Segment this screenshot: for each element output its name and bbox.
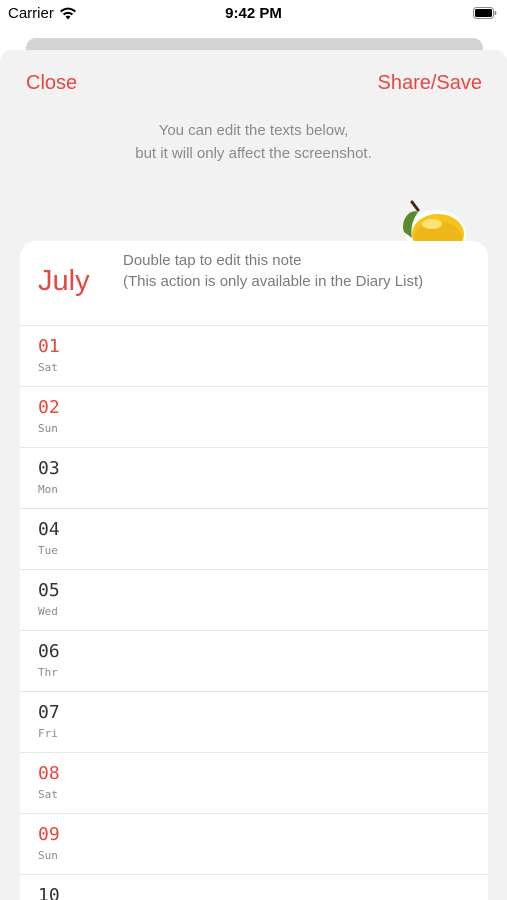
day-number: 07: [38, 702, 60, 723]
day-row[interactable]: 06 Thr: [20, 631, 488, 692]
day-weekday: Mon: [38, 483, 58, 496]
day-row[interactable]: 05 Wed: [20, 570, 488, 631]
battery-icon: [473, 7, 497, 19]
close-button[interactable]: Close: [26, 72, 77, 95]
day-number: 04: [38, 519, 60, 540]
note-line-2[interactable]: (This action is only available in the Di…: [123, 273, 423, 290]
day-weekday: Fri: [38, 727, 58, 740]
day-number: 09: [38, 824, 60, 845]
day-number: 06: [38, 641, 60, 662]
diary-card: July Double tap to edit this note (This …: [20, 241, 488, 900]
day-weekday: Thr: [38, 666, 58, 679]
hint-line-2: but it will only affect the screenshot.: [135, 145, 372, 162]
day-number: 10: [38, 885, 60, 900]
day-row[interactable]: 04 Tue: [20, 509, 488, 570]
day-number: 05: [38, 580, 60, 601]
month-title[interactable]: July: [38, 265, 90, 298]
day-weekday: Wed: [38, 605, 58, 618]
share-save-button[interactable]: Share/Save: [377, 72, 482, 95]
day-row[interactable]: 09 Sun: [20, 814, 488, 875]
day-row[interactable]: 08 Sat: [20, 753, 488, 814]
day-number: 08: [38, 763, 60, 784]
day-row[interactable]: 10: [20, 875, 488, 900]
status-bar: Carrier 9:42 PM: [0, 0, 507, 30]
note-line-1[interactable]: Double tap to edit this note: [123, 252, 301, 269]
day-weekday: Sat: [38, 361, 58, 374]
hint-line-1: You can edit the texts below,: [158, 122, 349, 139]
day-row[interactable]: 07 Fri: [20, 692, 488, 753]
day-row[interactable]: 03 Mon: [20, 448, 488, 509]
status-time: 9:42 PM: [225, 5, 282, 22]
day-number: 01: [38, 336, 60, 357]
day-number: 03: [38, 458, 60, 479]
day-row[interactable]: 02 Sun: [20, 387, 488, 448]
card-header: July Double tap to edit this note (This …: [20, 241, 488, 326]
screen: Carrier 9:42 PM Close Share/Save You can…: [0, 0, 507, 900]
day-weekday: Sat: [38, 788, 58, 801]
day-row[interactable]: 01 Sat: [20, 326, 488, 387]
day-weekday: Tue: [38, 544, 58, 557]
day-weekday: Sun: [38, 849, 58, 862]
day-weekday: Sun: [38, 422, 58, 435]
day-number: 02: [38, 397, 60, 418]
